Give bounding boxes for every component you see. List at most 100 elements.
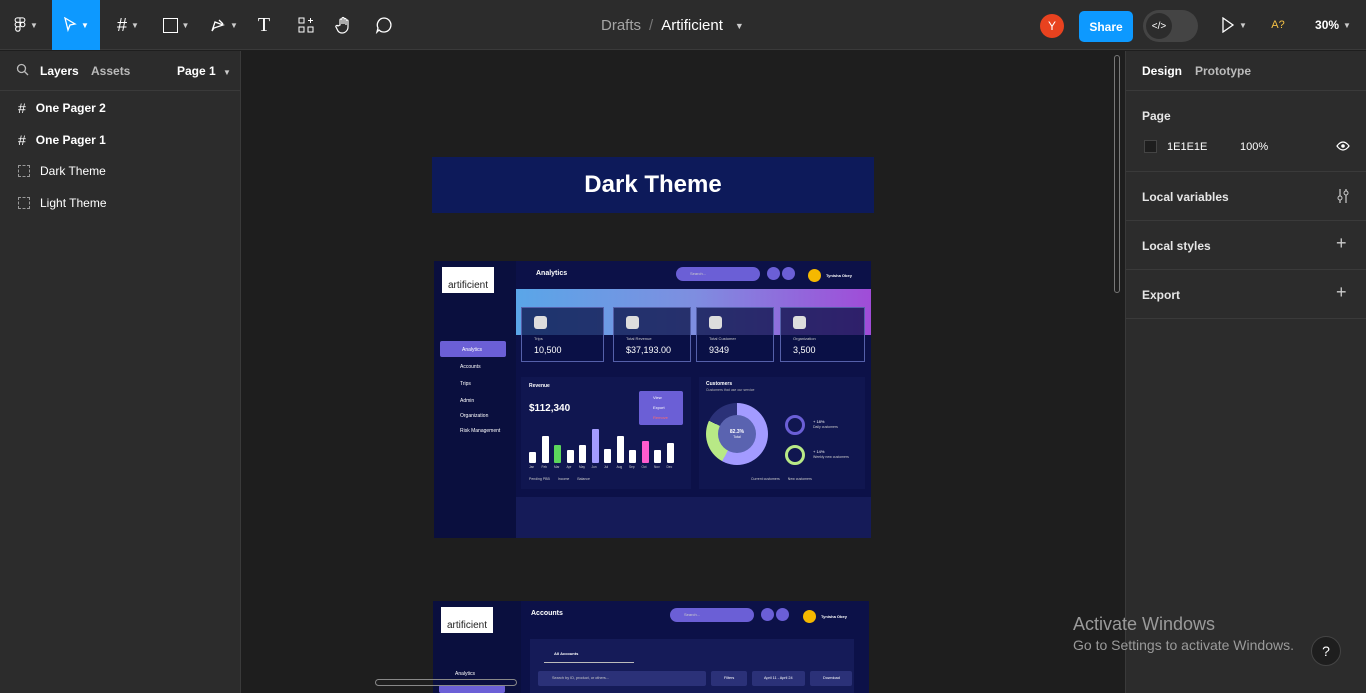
revenue-bar-chart xyxy=(529,427,679,463)
tab-prototype[interactable]: Prototype xyxy=(1195,64,1251,78)
stat-card-organization[interactable]: Organization 3,500 xyxy=(780,307,865,362)
revenue-bar xyxy=(591,428,599,463)
page-selector-label: Page 1 xyxy=(177,64,216,78)
eye-icon[interactable] xyxy=(1336,141,1350,151)
revenue-bar xyxy=(529,452,536,463)
text-icon: T xyxy=(257,13,271,36)
page-opacity-value[interactable]: 100% xyxy=(1240,141,1268,153)
building-icon xyxy=(793,316,806,329)
canvas[interactable]: Dark Theme artificient Analytics Account… xyxy=(242,51,1124,693)
bell-icon[interactable] xyxy=(782,267,795,280)
weekly-pct: + 14% xyxy=(813,449,825,454)
chevron-down-icon[interactable]: ▼ xyxy=(735,21,744,31)
mail-icon[interactable] xyxy=(761,608,774,621)
mail-icon[interactable] xyxy=(767,267,780,280)
revenue-context-menu[interactable]: View Export Remove xyxy=(639,391,683,425)
dashboard-search[interactable]: Search... xyxy=(670,608,754,622)
user-avatar[interactable] xyxy=(803,610,816,623)
horizontal-scrollbar[interactable] xyxy=(375,679,517,686)
dark-theme-title-frame[interactable]: Dark Theme xyxy=(432,157,874,213)
components-icon xyxy=(298,17,314,33)
tab-assets[interactable]: Assets xyxy=(91,64,130,78)
vertical-scrollbar[interactable] xyxy=(1114,55,1120,293)
section-icon xyxy=(18,197,30,209)
stat-card-trips[interactable]: Trips 10,500 xyxy=(521,307,604,362)
month-label: Jun xyxy=(591,465,597,469)
dashboard-sidebar: artificient Analytics Accounts Trips Adm… xyxy=(434,261,516,538)
stat-card-customers[interactable]: Total Customer 9349 xyxy=(696,307,774,362)
plus-icon[interactable]: + xyxy=(1336,233,1347,254)
user-avatar[interactable]: Y xyxy=(1040,14,1064,38)
hand-tool-button[interactable] xyxy=(330,0,358,50)
nav-item-organization[interactable]: Organization xyxy=(460,413,488,419)
layer-item[interactable]: # One Pager 2 xyxy=(18,100,106,116)
local-variables-section[interactable]: Local variables xyxy=(1126,172,1366,221)
menu-item-remove[interactable]: Remove xyxy=(653,415,668,420)
share-button[interactable]: Share xyxy=(1079,11,1133,42)
menu-item-view[interactable]: View xyxy=(653,395,662,400)
export-section[interactable]: Export + xyxy=(1126,270,1366,319)
watermark-subtitle: Go to Settings to activate Windows. xyxy=(1073,637,1294,653)
stat-card-revenue[interactable]: Total Revenue $37,193.00 xyxy=(613,307,691,362)
revenue-title: Revenue xyxy=(529,383,550,389)
nav-item-analytics[interactable]: Analytics xyxy=(462,347,482,353)
page-selector[interactable]: Page 1 ▼ xyxy=(177,64,231,78)
user-avatar[interactable] xyxy=(808,269,821,282)
download-button[interactable]: Download xyxy=(810,671,852,686)
nav-item-admin[interactable]: Admin xyxy=(460,398,474,404)
filters-button[interactable]: Filters xyxy=(711,671,747,686)
bell-icon[interactable] xyxy=(776,608,789,621)
page-color-value[interactable]: 1E1E1E xyxy=(1167,141,1207,153)
nav-item-accounts[interactable]: Accounts xyxy=(460,364,481,370)
dashboard-search[interactable]: Search... xyxy=(676,267,760,281)
pen-tool-button[interactable]: ▼ xyxy=(204,0,244,50)
layer-label: Dark Theme xyxy=(40,164,106,178)
chevron-down-icon: ▼ xyxy=(1239,20,1247,30)
nav-item-analytics[interactable]: Analytics xyxy=(455,671,475,677)
month-label: Oct xyxy=(641,465,647,469)
local-styles-section[interactable]: Local styles + xyxy=(1126,221,1366,270)
nav-item-risk-management[interactable]: Risk Management xyxy=(460,428,500,434)
comment-icon xyxy=(375,17,392,34)
move-tool-button[interactable]: ▼ xyxy=(52,0,100,50)
stat-value: $37,193.00 xyxy=(626,345,672,355)
legend-item: Balance xyxy=(577,477,590,481)
frame-tool-button[interactable]: # ▼ xyxy=(108,0,148,50)
analytics-dashboard-frame[interactable]: artificient Analytics Accounts Trips Adm… xyxy=(434,261,871,538)
page-color-swatch[interactable] xyxy=(1144,140,1157,153)
dev-mode-toggle[interactable]: </> xyxy=(1143,10,1198,42)
zoom-menu[interactable]: 30% ▼ xyxy=(1310,0,1356,50)
sliders-icon[interactable] xyxy=(1336,188,1350,204)
date-range-button[interactable]: April 11 - April 24 xyxy=(752,671,805,686)
accounts-search-input[interactable]: Search by ID, product, or others... xyxy=(538,671,706,686)
revenue-bar xyxy=(604,448,611,463)
text-tool-button[interactable]: T xyxy=(250,0,278,50)
stat-label: Trips xyxy=(534,336,543,341)
tab-layers[interactable]: Layers xyxy=(40,64,79,78)
user-name: Tynisha Obey xyxy=(826,273,852,278)
nav-item-trips[interactable]: Trips xyxy=(460,381,471,387)
menu-item-export[interactable]: Export xyxy=(653,405,665,410)
layer-item[interactable]: Dark Theme xyxy=(18,164,106,178)
help-button[interactable]: ? xyxy=(1311,636,1341,666)
breadcrumb-drafts[interactable]: Drafts xyxy=(601,17,641,34)
resources-button[interactable] xyxy=(292,0,320,50)
layer-item[interactable]: # One Pager 1 xyxy=(18,132,106,148)
layer-item[interactable]: Light Theme xyxy=(18,196,107,210)
search-icon[interactable] xyxy=(16,63,29,76)
shape-tool-button[interactable]: ▼ xyxy=(156,0,196,50)
accounts-panel: All Accounts Search by ID, product, or o… xyxy=(530,639,854,693)
tab-all-accounts[interactable]: All Accounts xyxy=(554,651,578,656)
comment-tool-button[interactable] xyxy=(370,0,398,50)
tab-design[interactable]: Design xyxy=(1142,64,1182,78)
accessibility-check-button[interactable]: A? xyxy=(1266,0,1290,50)
donut-label: Total xyxy=(733,435,741,439)
plus-icon[interactable]: + xyxy=(1336,282,1347,303)
layers-panel: Layers Assets Page 1 ▼ # One Pager 2 # O… xyxy=(0,51,241,693)
main-menu-button[interactable]: ▼ xyxy=(6,0,46,50)
play-icon xyxy=(1222,17,1235,33)
present-button[interactable]: ▼ xyxy=(1216,0,1252,50)
watermark-title: Activate Windows xyxy=(1073,614,1216,634)
file-name[interactable]: Artificient xyxy=(661,17,723,34)
user-name: Tynisha Obey xyxy=(821,614,847,619)
